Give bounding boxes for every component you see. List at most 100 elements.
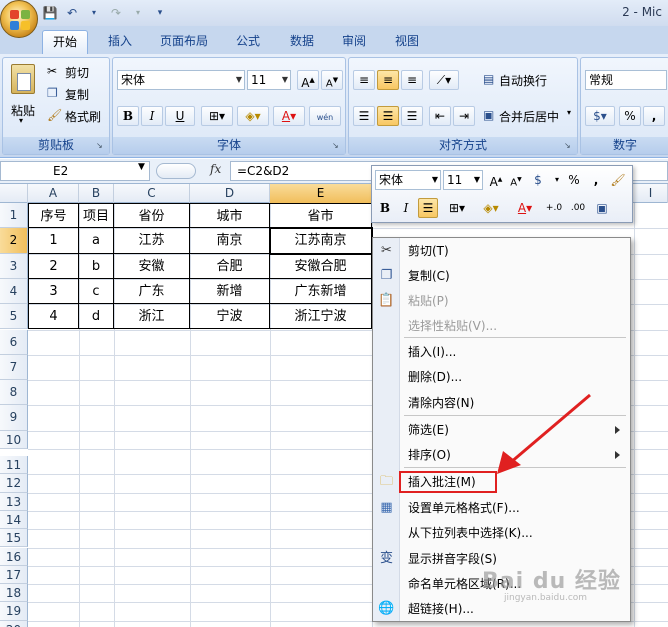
row-header-14[interactable]: 14 <box>0 510 28 530</box>
mini-increase-decimal-button[interactable]: +.0 <box>544 198 564 218</box>
tab-data[interactable]: 数据 <box>280 30 324 54</box>
grow-font-button[interactable]: A▲ <box>297 70 319 90</box>
save-icon[interactable]: 💾 <box>42 5 58 21</box>
table-cell[interactable]: 广东新增 <box>270 278 372 305</box>
name-box[interactable]: E2 <box>0 161 150 181</box>
accounting-format-button[interactable]: $▾ <box>585 106 615 126</box>
row-header-9[interactable]: 9 <box>0 405 28 431</box>
cut-button[interactable]: 剪切 <box>65 64 89 81</box>
format-painter-button[interactable]: 格式刷 <box>65 108 101 125</box>
decrease-indent-button[interactable]: ⇤ <box>429 106 451 126</box>
name-box-dropdown-icon[interactable]: ▼ <box>138 162 145 172</box>
row-header-7[interactable]: 7 <box>0 354 28 381</box>
formula-bar-splitter[interactable] <box>156 163 196 179</box>
table-header-cell[interactable]: 省份 <box>114 203 190 229</box>
table-cell[interactable]: 4 <box>28 304 79 330</box>
row-header-4[interactable]: 4 <box>0 278 28 305</box>
table-cell[interactable]: 合肥 <box>190 253 270 279</box>
menu-item-2[interactable]: ❐ 复制(C) <box>373 264 630 288</box>
mini-center-button[interactable]: ☰ <box>418 198 438 218</box>
undo-dropdown-icon[interactable]: ▾ <box>86 5 102 21</box>
menu-item-11[interactable]: ▦ 设置单元格格式(F)... <box>373 496 630 520</box>
row-header-8[interactable]: 8 <box>0 380 28 406</box>
table-cell[interactable]: 浙江宁波 <box>270 304 372 330</box>
row-header-17[interactable]: 17 <box>0 565 28 585</box>
paste-dropdown-icon[interactable]: ▾ <box>19 116 23 125</box>
redo-icon[interactable]: ↷ <box>108 5 124 21</box>
wrap-text-icon[interactable]: ▤ <box>483 72 494 86</box>
table-cell[interactable]: 1 <box>28 228 79 254</box>
row-header-6[interactable]: 6 <box>0 329 28 355</box>
mini-format-painter-icon[interactable]: 🖌 <box>608 170 628 190</box>
merge-dropdown-icon[interactable]: ▾ <box>567 108 571 117</box>
table-cell[interactable]: 江苏 <box>114 228 190 254</box>
mini-accounting-icon[interactable]: $ <box>528 170 548 190</box>
alignment-launcher-icon[interactable]: ↘ <box>564 141 574 151</box>
table-cell[interactable]: 南京 <box>190 228 270 254</box>
borders-button[interactable]: ⊞▾ <box>201 106 233 126</box>
column-header-c[interactable]: C <box>114 184 190 203</box>
table-header-cell[interactable]: 城市 <box>190 203 270 229</box>
mini-decrease-decimal-button[interactable]: .00 <box>568 198 588 218</box>
column-header-b[interactable]: B <box>79 184 114 203</box>
percent-style-button[interactable]: % <box>619 106 641 126</box>
align-top-button[interactable]: ≡ <box>353 70 375 90</box>
tab-view[interactable]: 视图 <box>385 30 429 54</box>
align-center-button[interactable]: ☰ <box>377 106 399 126</box>
font-size-combo[interactable]: 11 ▼ <box>247 70 291 90</box>
row-header-3[interactable]: 3 <box>0 253 28 279</box>
mini-bold-button[interactable]: B <box>375 198 395 218</box>
row-header-13[interactable]: 13 <box>0 492 28 511</box>
comma-style-button[interactable]: , <box>643 106 665 126</box>
underline-button[interactable]: U <box>165 106 195 126</box>
row-header-20[interactable]: 20 <box>0 620 28 627</box>
italic-button[interactable]: I <box>141 106 163 126</box>
phonetic-guide-button[interactable]: wén <box>309 106 341 126</box>
font-name-combo[interactable]: 宋体 ▼ <box>117 70 245 90</box>
row-header-1[interactable]: 1 <box>0 203 28 229</box>
number-format-combo[interactable]: 常规 <box>585 70 667 90</box>
clipboard-launcher-icon[interactable]: ↘ <box>96 141 106 151</box>
mini-grow-font-button[interactable]: A▲ <box>486 170 506 190</box>
column-header-e[interactable]: E <box>270 184 372 203</box>
table-cell[interactable]: a <box>79 228 114 254</box>
table-cell[interactable]: 安徽 <box>114 253 190 279</box>
row-header-2[interactable]: 2 <box>0 228 28 254</box>
merge-center-icon[interactable]: ▣ <box>483 108 494 122</box>
table-cell[interactable]: 广东 <box>114 278 190 305</box>
align-right-button[interactable]: ☰ <box>401 106 423 126</box>
table-cell[interactable]: 3 <box>28 278 79 305</box>
table-cell[interactable]: 宁波 <box>190 304 270 330</box>
table-cell[interactable]: 2 <box>28 253 79 279</box>
menu-item-5[interactable]: 插入(I)... <box>373 340 630 364</box>
row-header-11[interactable]: 11 <box>0 456 28 475</box>
format-painter-icon[interactable]: 🖌 <box>47 108 62 122</box>
menu-item-1[interactable]: ✂ 剪切(T) <box>373 239 630 263</box>
row-header-15[interactable]: 15 <box>0 529 28 548</box>
align-bottom-button[interactable]: ≡ <box>401 70 423 90</box>
mini-font-color-button[interactable]: A▾ <box>510 198 540 218</box>
row-header-10[interactable]: 10 <box>0 430 28 449</box>
table-cell[interactable]: 浙江 <box>114 304 190 330</box>
copy-button[interactable]: 复制 <box>65 86 89 103</box>
orientation-button[interactable]: ⟋▾ <box>429 70 459 90</box>
table-header-cell[interactable]: 序号 <box>28 203 79 229</box>
align-left-button[interactable]: ☰ <box>353 106 375 126</box>
table-header-cell[interactable]: 省市 <box>270 203 372 229</box>
mini-italic-button[interactable]: I <box>396 198 416 218</box>
align-middle-button[interactable]: ≡ <box>377 70 399 90</box>
undo-icon[interactable]: ↶ <box>64 5 80 21</box>
column-header-d[interactable]: D <box>190 184 270 203</box>
tab-page-layout[interactable]: 页面布局 <box>150 30 218 54</box>
cut-icon[interactable]: ✂ <box>47 64 57 78</box>
column-header-i[interactable]: I <box>634 184 668 203</box>
table-cell[interactable]: 新增 <box>190 278 270 305</box>
menu-item-8[interactable]: 筛选(E) <box>373 418 630 442</box>
mini-merge-center-button[interactable]: ▣ <box>592 198 612 218</box>
table-header-cell[interactable]: 项目 <box>79 203 114 229</box>
tab-review[interactable]: 审阅 <box>332 30 376 54</box>
tab-formulas[interactable]: 公式 <box>226 30 270 54</box>
select-all-corner[interactable] <box>0 184 28 203</box>
menu-item-12[interactable]: 从下拉列表中选择(K)... <box>373 521 630 545</box>
mini-font-size-combo[interactable]: 11 ▼ <box>443 170 483 190</box>
